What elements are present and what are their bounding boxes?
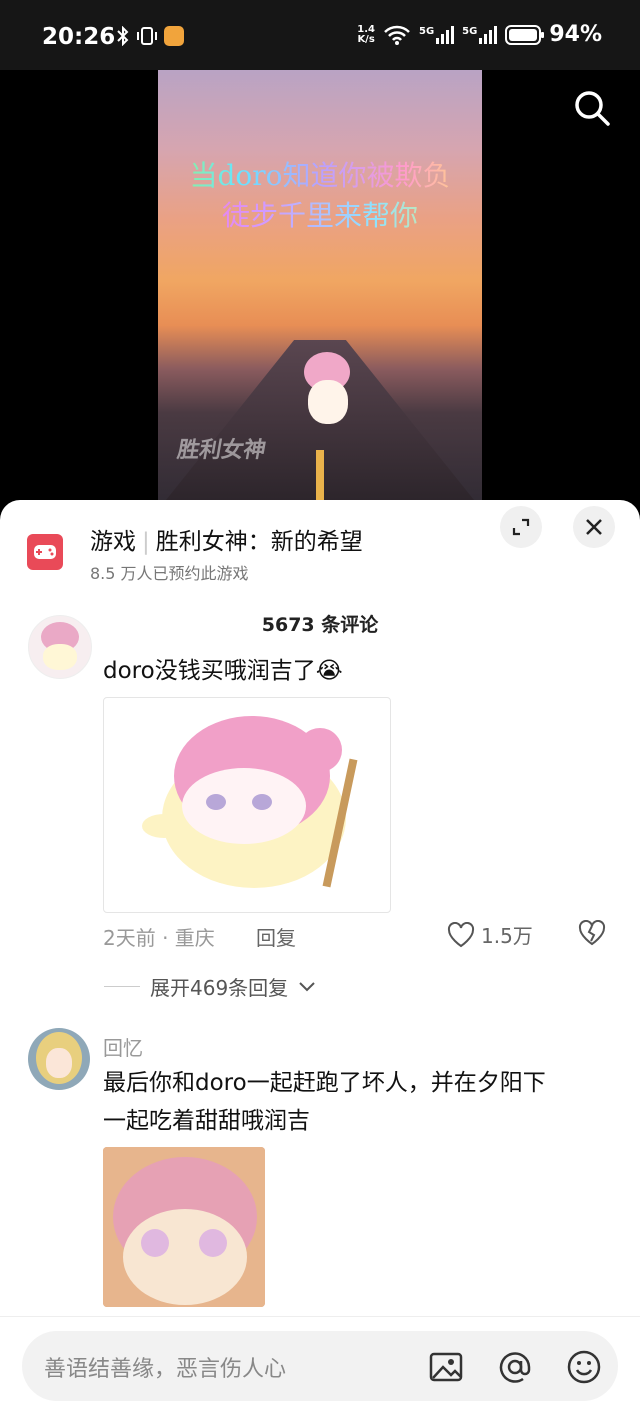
vibrate-icon [137,27,157,45]
status-time: 20:26 [42,24,116,50]
video-logo: 胜利女神 [175,438,268,463]
reply-button[interactable]: 回复 [256,922,296,951]
comment-input[interactable]: 善语结善缘，恶言伤人心 [22,1331,618,1401]
expand-button[interactable] [500,506,542,548]
heart-icon [447,921,475,947]
game-title-link[interactable]: 游戏 | 胜利女神：新的希望 [90,522,363,556]
search-icon[interactable] [572,88,612,128]
close-icon [586,519,602,535]
like-count: 1.5万 [481,924,533,948]
doro-sticker [103,1147,265,1307]
comment-username[interactable]: 回忆 [103,1032,143,1061]
comment-input-bar: 善语结善缘，恶言伤人心 [0,1316,640,1415]
video-overlay-line2: 徒步千里来帮你 [158,194,482,234]
comment-count: 5673 条评论 [261,614,379,636]
comment-meta: 2天前 · 重庆 [103,926,215,950]
emoji-icon[interactable] [566,1349,602,1385]
image-icon[interactable] [428,1349,464,1385]
comment-image[interactable] [103,1147,265,1307]
video-player[interactable]: 当doro知道你被欺负 徒步千里来帮你 胜利女神 [158,70,482,510]
comment-input-placeholder: 善语结善缘，恶言伤人心 [44,1357,287,1382]
battery-icon [505,24,545,45]
comment-text-line1: 最后你和doro一起赶跑了坏人，并在夕阳下 [103,1070,546,1096]
like-button[interactable]: 1.5万 [447,920,533,949]
game-reservations: 8.5 万人已预约此游戏 [90,564,249,583]
comment-text: doro没钱买哦润吉了😭 [103,658,343,684]
comment-text-line2: 一起吃着甜甜哦润吉 [103,1108,310,1134]
doro-sticker [142,716,358,888]
broken-heart-icon [578,919,606,946]
signal-1: 5G [419,25,455,44]
gamepad-icon[interactable] [27,534,63,570]
doro-character [298,352,354,426]
expand-replies[interactable]: 展开469条回复 [104,972,316,1001]
avatar[interactable] [28,615,92,679]
status-bar: 20:26 1.4 K/s 5G 5G 94% [0,0,640,70]
video-overlay-line1: 当doro知道你被欺负 [158,154,482,194]
dislike-button[interactable] [578,919,606,950]
video-area[interactable]: 当doro知道你被欺负 徒步千里来帮你 胜利女神 [0,70,640,510]
close-button[interactable] [573,506,615,548]
chevron-down-icon [299,981,315,991]
bluetooth-icon [117,26,129,46]
avatar[interactable] [28,1028,90,1090]
comment-sheet: 游戏 | 胜利女神：新的希望 8.5 万人已预约此游戏 5673 条评论 [0,500,640,1414]
wifi-icon [384,25,410,45]
signal-2: 5G [462,25,498,44]
net-speed: 1.4 K/s [357,23,375,45]
comment-image[interactable] [103,697,391,913]
at-mention-icon[interactable] [497,1349,533,1385]
expand-icon [512,518,530,536]
battery: 94% [505,22,602,47]
app-notification-icon [164,26,184,46]
